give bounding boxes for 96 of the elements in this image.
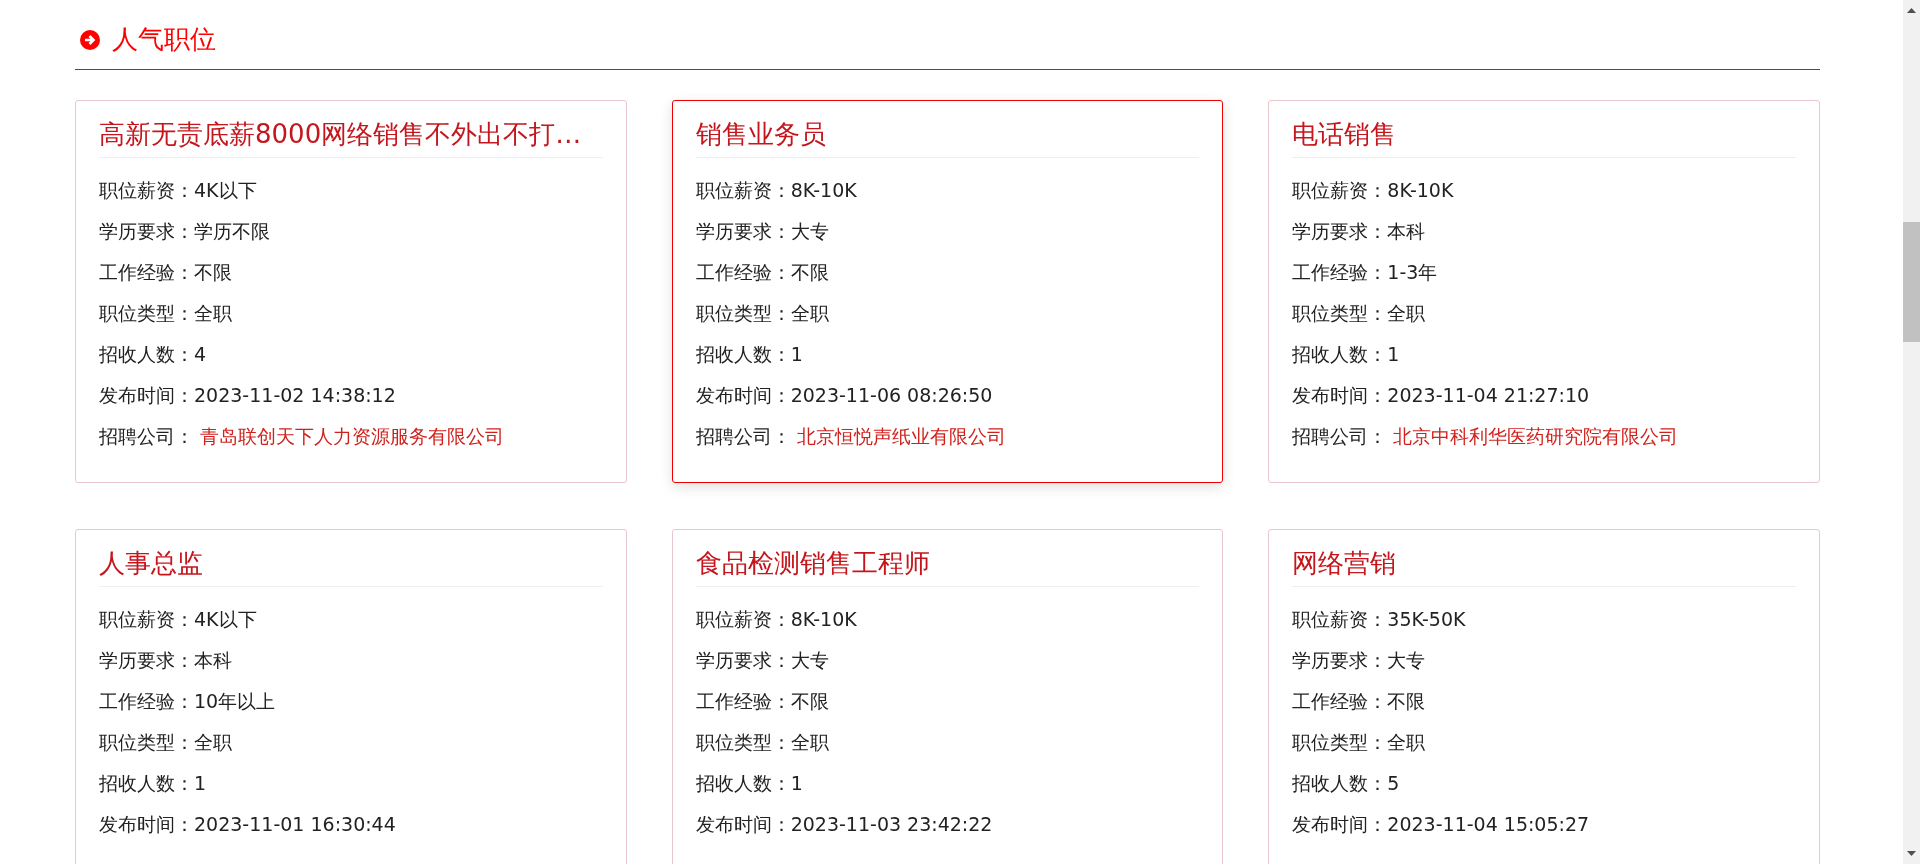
field-label: 职位类型：: [695, 730, 791, 755]
field-label: 职位薪资：: [1292, 607, 1388, 632]
job-card[interactable]: 电话销售 职位薪资：8K-10K 学历要求：本科 工作经验：1-3年 职位类型：全职 招收人数：1 发布时间：2023-11-04 21:27:10 招聘公司： 北京中科利华医药研究院有限公司: [1268, 100, 1820, 483]
field-label: 学历要求：: [695, 219, 791, 244]
job-card[interactable]: 网络营销 职位薪资：35K-50K 学历要求：大专 工作经验：不限 职位类型：全职 招收人数：5 发布时间：2023-11-04 15:05:27: [1268, 529, 1820, 864]
field-label: 职位类型：: [99, 730, 194, 755]
field-label: 工作经验：: [1292, 689, 1388, 714]
field-value: 2023-11-06 08:26:50: [790, 383, 993, 408]
field-value: 大专: [790, 648, 829, 673]
field-label: 招收人数：: [99, 342, 194, 367]
field-value: 4K以下: [194, 178, 257, 203]
field-value: 2023-11-04 21:27:10: [1387, 383, 1590, 408]
job-title[interactable]: 销售业务员: [695, 117, 1200, 158]
field-label: 发布时间：: [99, 812, 194, 837]
field-label: 职位类型：: [1292, 301, 1388, 326]
field-value: 1: [790, 771, 803, 796]
field-value: 5: [1387, 771, 1400, 796]
job-title[interactable]: 电话销售: [1292, 117, 1796, 158]
field-value: 本科: [1387, 219, 1426, 244]
job-title[interactable]: 网络营销: [1292, 546, 1796, 587]
field-value: 大专: [1387, 648, 1426, 673]
job-title[interactable]: 高新无责底薪8000网络销售不外出不打…: [99, 117, 603, 158]
field-value: 2023-11-02 14:38:12: [194, 383, 396, 408]
field-value: 2023-11-03 23:42:22: [790, 812, 993, 837]
field-label: 学历要求：: [99, 219, 194, 244]
field-label: 发布时间：: [695, 383, 791, 408]
field-label: 招收人数：: [695, 342, 791, 367]
field-value: 不限: [1387, 689, 1426, 714]
field-label: 学历要求：: [1292, 648, 1388, 673]
field-value: 8K-10K: [1387, 178, 1454, 203]
field-value: 4K以下: [194, 607, 257, 632]
field-value: 4: [194, 342, 207, 367]
company-link[interactable]: 青岛联创天下人力资源服务有限公司: [200, 416, 504, 457]
field-value: 全职: [1387, 301, 1426, 326]
section-title: 人气职位: [112, 23, 216, 56]
field-label: 工作经验：: [1292, 260, 1388, 285]
field-label: 招收人数：: [1292, 342, 1388, 367]
field-value: 1: [194, 771, 207, 796]
scroll-thumb[interactable]: [1903, 222, 1920, 342]
company-link[interactable]: 北京中科利华医药研究院有限公司: [1393, 416, 1679, 457]
field-value: 大专: [790, 219, 829, 244]
field-label: 发布时间：: [1292, 812, 1388, 837]
field-label: 招收人数：: [695, 771, 791, 796]
field-value: 不限: [194, 260, 232, 285]
field-value: 2023-11-04 15:05:27: [1387, 812, 1590, 837]
field-value: 2023-11-01 16:30:44: [194, 812, 396, 837]
field-value: 本科: [194, 648, 232, 673]
field-label: 职位薪资：: [99, 607, 194, 632]
field-value: 全职: [194, 301, 232, 326]
field-label: 发布时间：: [99, 383, 194, 408]
field-label: 学历要求：: [1292, 219, 1388, 244]
field-label: 学历要求：: [99, 648, 194, 673]
field-label: 工作经验：: [99, 260, 194, 285]
job-card[interactable]: 销售业务员 职位薪资：8K-10K 学历要求：大专 工作经验：不限 职位类型：全职 招收人数：1 发布时间：2023-11-06 08:26:50 招聘公司： 北京恒悦声纸业有限公司: [671, 100, 1224, 483]
field-label: 职位类型：: [99, 301, 194, 326]
scroll-down-icon[interactable]: [1907, 851, 1916, 856]
field-value: 全职: [1387, 730, 1426, 755]
field-label: 职位类型：: [1292, 730, 1388, 755]
job-card[interactable]: 食品检测销售工程师 职位薪资：8K-10K 学历要求：大专 工作经验：不限 职位类型：全职 招收人数：1 发布时间：2023-11-03 23:42:22: [671, 529, 1224, 864]
job-card[interactable]: 人事总监 职位薪资：4K以下 学历要求：本科 工作经验：10年以上 职位类型：全职 招收人数：1 发布时间：2023-11-01 16:30:44: [75, 529, 627, 864]
job-title[interactable]: 食品检测销售工程师: [695, 546, 1200, 587]
field-label: 工作经验：: [695, 260, 791, 285]
field-value: 8K-10K: [790, 607, 857, 632]
field-value: 8K-10K: [790, 178, 857, 203]
field-value: 1: [790, 342, 803, 367]
field-label: 职位薪资：: [1292, 178, 1388, 203]
field-label: 招聘公司：: [695, 424, 791, 449]
scrollbar[interactable]: [1903, 0, 1920, 864]
field-label: 招收人数：: [99, 771, 194, 796]
field-value: 全职: [790, 301, 829, 326]
arrow-circle-icon: [80, 29, 100, 50]
scroll-up-icon[interactable]: [1907, 8, 1916, 13]
field-value: 1-3年: [1387, 260, 1438, 285]
field-label: 工作经验：: [695, 689, 791, 714]
field-label: 招收人数：: [1292, 771, 1388, 796]
field-label: 招聘公司：: [1292, 424, 1388, 449]
field-label: 职位类型：: [695, 301, 791, 326]
field-label: 工作经验：: [99, 689, 194, 714]
job-title[interactable]: 人事总监: [99, 546, 603, 587]
field-label: 职位薪资：: [695, 607, 791, 632]
field-label: 招聘公司：: [99, 424, 194, 449]
field-value: 1: [1387, 342, 1400, 367]
field-value: 全职: [790, 730, 829, 755]
field-value: 学历不限: [194, 219, 270, 244]
field-value: 不限: [790, 260, 829, 285]
field-label: 发布时间：: [1292, 383, 1388, 408]
field-value: 不限: [790, 689, 829, 714]
field-label: 职位薪资：: [695, 178, 791, 203]
company-link[interactable]: 北京恒悦声纸业有限公司: [796, 416, 1006, 457]
field-label: 发布时间：: [695, 812, 791, 837]
field-label: 职位薪资：: [99, 178, 194, 203]
field-value: 35K-50K: [1387, 607, 1466, 632]
field-value: 10年以上: [194, 689, 276, 714]
field-value: 全职: [194, 730, 232, 755]
job-card[interactable]: 高新无责底薪8000网络销售不外出不打… 职位薪资：4K以下 学历要求：学历不限 工作经验：不限 职位类型：全职 招收人数：4 发布时间：2023-11-02 14:38:12 招聘公司： 青岛联创天下人力资源服务有限公司: [75, 100, 627, 483]
field-label: 学历要求：: [695, 648, 791, 673]
